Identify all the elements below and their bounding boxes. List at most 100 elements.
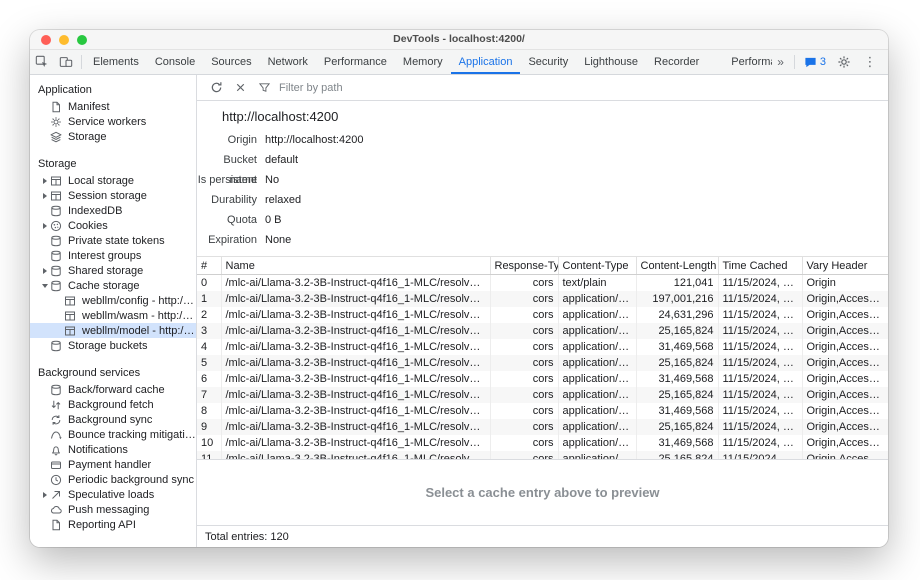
- sidebar-item-session-storage[interactable]: Session storage: [30, 188, 196, 203]
- sidebar-item-push-messaging[interactable]: Push messaging: [30, 502, 196, 517]
- table-row[interactable]: 5/mlc-ai/Llama-3.2-3B-Instruct-q4f16_1-M…: [197, 355, 888, 371]
- column-header-index[interactable]: #: [197, 257, 221, 275]
- tab-performance[interactable]: Performance: [316, 50, 395, 74]
- table-row[interactable]: 3/mlc-ai/Llama-3.2-3B-Instruct-q4f16_1-M…: [197, 323, 888, 339]
- cell-ctype: application/oc…: [558, 435, 636, 451]
- tab-console[interactable]: Console: [147, 50, 203, 74]
- sidebar-item-notifications[interactable]: Notifications: [30, 442, 196, 457]
- table-row[interactable]: 0/mlc-ai/Llama-3.2-3B-Instruct-q4f16_1-M…: [197, 275, 888, 291]
- table-row[interactable]: 7/mlc-ai/Llama-3.2-3B-Instruct-q4f16_1-M…: [197, 387, 888, 403]
- cache-toolbar: Filter by path: [197, 75, 888, 101]
- issues-button[interactable]: 3: [800, 56, 830, 69]
- table-row[interactable]: 8/mlc-ai/Llama-3.2-3B-Instruct-q4f16_1-M…: [197, 403, 888, 419]
- tab-recorder[interactable]: Recorder: [646, 50, 707, 74]
- sidebar-item-manifest[interactable]: Manifest: [30, 99, 196, 114]
- sidebar-section-background-services: Background services: [30, 362, 196, 382]
- cell-rtype: cors: [490, 275, 558, 291]
- sidebar-item-webllm-model-http-loc[interactable]: webllm/model - http://loc…: [30, 323, 196, 338]
- sidebar-item-label: Storage: [68, 131, 107, 143]
- chevron-right-icon[interactable]: [40, 193, 50, 199]
- table-row[interactable]: 6/mlc-ai/Llama-3.2-3B-Instruct-q4f16_1-M…: [197, 371, 888, 387]
- sidebar-item-webllm-wasm-http-loca[interactable]: webllm/wasm - http://loca…: [30, 308, 196, 323]
- delete-selected-icon[interactable]: [229, 77, 251, 99]
- menu-kebab-icon[interactable]: ⋮: [858, 55, 882, 70]
- sidebar-item-label: Background sync: [68, 414, 152, 426]
- sidebar-item-storage[interactable]: Storage: [30, 129, 196, 144]
- table-icon: [64, 295, 77, 307]
- settings-gear-icon[interactable]: [832, 55, 856, 69]
- cell-clen: 197,001,216: [636, 291, 718, 307]
- issues-count: 3: [820, 56, 826, 68]
- db-icon: [50, 205, 63, 217]
- device-toolbar-icon[interactable]: [54, 50, 78, 74]
- filter-by-path-input[interactable]: Filter by path: [279, 82, 343, 94]
- table-row[interactable]: 2/mlc-ai/Llama-3.2-3B-Instruct-q4f16_1-M…: [197, 307, 888, 323]
- sidebar-item-reporting-api[interactable]: Reporting API: [30, 517, 196, 532]
- sidebar-item-shared-storage[interactable]: Shared storage: [30, 263, 196, 278]
- sidebar-item-back-forward-cache[interactable]: Back/forward cache: [30, 382, 196, 397]
- sidebar-item-cache-storage[interactable]: Cache storage: [30, 278, 196, 293]
- cell-clen: 25,165,824: [636, 451, 718, 460]
- table-row[interactable]: 11/mlc-ai/Llama-3.2-3B-Instruct-q4f16_1-…: [197, 451, 888, 460]
- total-entries: Total entries: 120: [205, 531, 289, 543]
- sidebar-item-interest-groups[interactable]: Interest groups: [30, 248, 196, 263]
- table-row[interactable]: 1/mlc-ai/Llama-3.2-3B-Instruct-q4f16_1-M…: [197, 291, 888, 307]
- column-header-response-type[interactable]: Response-Type: [490, 257, 558, 275]
- cell-ctype: application/oc…: [558, 371, 636, 387]
- sidebar-item-service-workers[interactable]: Service workers: [30, 114, 196, 129]
- table-row[interactable]: 4/mlc-ai/Llama-3.2-3B-Instruct-q4f16_1-M…: [197, 339, 888, 355]
- tab-lighthouse[interactable]: Lighthouse: [576, 50, 646, 74]
- inspect-element-icon[interactable]: [30, 50, 54, 74]
- sidebar-item-periodic-background-sync[interactable]: Periodic background sync: [30, 472, 196, 487]
- table-row[interactable]: 10/mlc-ai/Llama-3.2-3B-Instruct-q4f16_1-…: [197, 435, 888, 451]
- tab-elements[interactable]: Elements: [85, 50, 147, 74]
- sidebar-item-background-sync[interactable]: Background sync: [30, 412, 196, 427]
- sidebar-item-payment-handler[interactable]: Payment handler: [30, 457, 196, 472]
- stack-icon: [50, 131, 63, 143]
- column-header-name[interactable]: Name: [221, 257, 490, 275]
- column-header-vary-header[interactable]: Vary Header: [802, 257, 888, 275]
- detail-value: No: [265, 170, 279, 190]
- tab-sources[interactable]: Sources: [203, 50, 259, 74]
- cell-idx: 6: [197, 371, 221, 387]
- column-header-time-cached[interactable]: Time Cached: [718, 257, 802, 275]
- sidebar-item-speculative-loads[interactable]: Speculative loads: [30, 487, 196, 502]
- tab-performance-insights[interactable]: Performance insights: [723, 50, 772, 74]
- column-header-content-length[interactable]: Content-Length: [636, 257, 718, 275]
- refresh-icon[interactable]: [205, 77, 227, 99]
- sidebar-item-background-fetch[interactable]: Background fetch: [30, 397, 196, 412]
- devtools-body: ApplicationManifestService workersStorag…: [30, 75, 888, 547]
- detail-label: Quota: [197, 210, 257, 230]
- chevron-right-icon[interactable]: [40, 492, 50, 498]
- sidebar-item-indexeddb[interactable]: IndexedDB: [30, 203, 196, 218]
- cell-name: /mlc-ai/Llama-3.2-3B-Instruct-q4f16_1-ML…: [221, 355, 490, 371]
- chevron-right-icon[interactable]: [40, 178, 50, 184]
- sidebar-item-bounce-tracking-mitigations[interactable]: Bounce tracking mitigations: [30, 427, 196, 442]
- bell-icon: [50, 444, 63, 456]
- chevron-right-icon[interactable]: [40, 223, 50, 229]
- chevron-right-icon[interactable]: [40, 268, 50, 274]
- chevron-down-icon[interactable]: [40, 284, 50, 288]
- toolbar-divider: [794, 55, 795, 69]
- sidebar-item-label: Cache storage: [68, 280, 140, 292]
- cell-rtype: cors: [490, 323, 558, 339]
- sidebar-item-cookies[interactable]: Cookies: [30, 218, 196, 233]
- tab-application[interactable]: Application: [451, 50, 521, 74]
- tab-security[interactable]: Security: [520, 50, 576, 74]
- sidebar-item-local-storage[interactable]: Local storage: [30, 173, 196, 188]
- sidebar-item-storage-buckets[interactable]: Storage buckets: [30, 338, 196, 353]
- cell-ctype: application/oc…: [558, 403, 636, 419]
- sidebar-item-webllm-config-http-loc[interactable]: webllm/config - http://loc…: [30, 293, 196, 308]
- sidebar-item-label: Session storage: [68, 190, 147, 202]
- filter-icon[interactable]: [253, 77, 275, 99]
- table-row[interactable]: 9/mlc-ai/Llama-3.2-3B-Instruct-q4f16_1-M…: [197, 419, 888, 435]
- cell-vary: Origin,Access…: [802, 451, 888, 460]
- tab-network[interactable]: Network: [260, 50, 316, 74]
- more-tabs-icon[interactable]: »: [772, 55, 789, 69]
- column-header-content-type[interactable]: Content-Type: [558, 257, 636, 275]
- clock-icon: [50, 474, 63, 486]
- tab-memory[interactable]: Memory: [395, 50, 451, 74]
- sidebar-item-private-state-tokens[interactable]: Private state tokens: [30, 233, 196, 248]
- cell-rtype: cors: [490, 339, 558, 355]
- cache-entries-table: #NameResponse-TypeContent-TypeContent-Le…: [197, 256, 888, 459]
